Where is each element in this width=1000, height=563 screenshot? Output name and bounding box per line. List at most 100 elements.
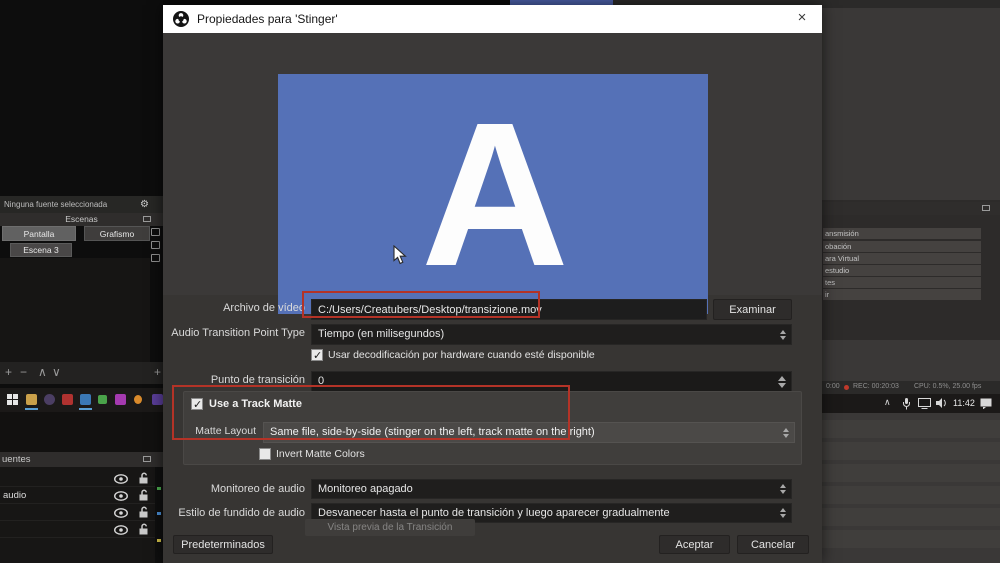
scene-list-area — [0, 258, 150, 362]
eye-icon[interactable] — [114, 508, 128, 518]
scenes-panel-header: Escenas — [0, 213, 163, 226]
properties-dialog: Propiedades para 'Stinger' × A Archivo d… — [163, 5, 822, 563]
bg-row — [822, 530, 1000, 548]
rec-dot — [844, 385, 849, 390]
bg-row — [822, 442, 1000, 460]
audio-point-type-value: Tiempo (en milisegundos) — [318, 328, 445, 340]
mic-icon[interactable] — [902, 397, 911, 410]
mic-source-icon — [151, 254, 160, 262]
stepper-arrows[interactable] — [780, 508, 786, 518]
taskbar-app-icon-1[interactable] — [44, 394, 55, 405]
taskbar-app-icon-3[interactable] — [98, 395, 107, 404]
audio-monitoring-value: Monitoreo apagado — [318, 483, 413, 495]
rec-status: REC: 00:20:03 — [853, 383, 899, 390]
folder-icon[interactable] — [26, 394, 37, 405]
invert-matte-label: Invert Matte Colors — [276, 448, 365, 460]
obs-logo-icon — [173, 11, 189, 27]
display-icon[interactable] — [918, 398, 931, 409]
gear-icon[interactable]: ⚙ — [140, 196, 149, 213]
dialog-title: Propiedades para 'Stinger' — [197, 12, 338, 26]
screen: Ninguna fuente seleccionada ⚙ Escenas Pa… — [0, 0, 1000, 563]
bg-row — [822, 464, 1000, 482]
studio-mode-button[interactable]: estudio — [823, 265, 981, 276]
hw-decode-checkbox[interactable] — [311, 349, 323, 362]
hw-decode-label: Usar decodificación por hardware cuando … — [328, 349, 595, 361]
start-recording-button[interactable]: obación — [823, 241, 981, 252]
bg-row — [822, 486, 1000, 504]
source-row[interactable] — [0, 504, 155, 521]
exit-button[interactable]: ir — [823, 289, 981, 300]
active-underline — [79, 408, 92, 410]
audio-point-type-select[interactable]: Tiempo (en milisegundos) — [311, 324, 792, 345]
sources-list: audio — [0, 467, 155, 563]
status-bar: 0:00 REC: 00:20:03 CPU: 0.5%, 25.00 fps — [822, 381, 1000, 394]
scenes-header-label: Escenas — [65, 214, 98, 224]
lock-icon[interactable] — [138, 523, 149, 535]
no-source-bar: Ninguna fuente seleccionada ⚙ — [0, 196, 163, 213]
stepper-arrows[interactable] — [783, 427, 789, 438]
browse-button[interactable]: Examinar — [713, 299, 792, 320]
scene-item-pantalla[interactable]: Pantalla — [2, 226, 76, 241]
cancel-button[interactable]: Cancelar — [737, 535, 809, 554]
panel-menu-icon[interactable] — [982, 205, 990, 211]
taskbar-app-icon-5[interactable] — [134, 395, 142, 404]
eye-icon[interactable] — [114, 525, 128, 535]
add-scene-button[interactable]: + — [5, 365, 12, 379]
source-row[interactable] — [0, 470, 155, 487]
move-down-button[interactable]: ∨ — [52, 365, 61, 379]
annotation-rect-file-path — [302, 291, 540, 318]
source-row[interactable]: audio — [0, 487, 155, 504]
stepper-arrows[interactable] — [780, 484, 786, 494]
close-icon[interactable]: × — [792, 9, 812, 26]
audio-monitoring-select[interactable]: Monitoreo apagado — [311, 479, 792, 499]
invert-matte-checkbox[interactable] — [259, 448, 271, 460]
dialog-titlebar[interactable]: Propiedades para 'Stinger' × — [163, 5, 822, 33]
start-streaming-button[interactable]: ansmisión — [823, 228, 981, 239]
start-icon[interactable] — [7, 394, 18, 405]
speaker-source-icon — [151, 241, 160, 249]
video-file-label: Archivo de vídeo — [223, 302, 305, 314]
stepper-arrows[interactable] — [780, 329, 786, 340]
audio-monitoring-label: Monitoreo de audio — [210, 483, 305, 495]
panel-menu-icon[interactable] — [143, 216, 151, 222]
sources-panel-header: uentes — [0, 452, 163, 467]
panel-menu-icon[interactable] — [143, 456, 151, 462]
scene-item-grafismo[interactable]: Grafismo — [84, 226, 150, 241]
settings-button[interactable]: tes — [823, 277, 981, 288]
taskbar-app-icon-2[interactable] — [62, 394, 73, 405]
video-preview: A — [278, 74, 708, 314]
speaker-icon[interactable] — [936, 398, 948, 408]
move-up-button[interactable]: ∧ — [38, 365, 47, 379]
chevron-up-icon[interactable]: ∧ — [884, 397, 891, 408]
virtual-camera-button[interactable]: ara Virtual — [823, 253, 981, 264]
preview-transition-button[interactable]: Vista previa de la Transición — [305, 519, 475, 536]
audio-point-type-label: Audio Transition Point Type — [171, 327, 305, 339]
taskbar-app-icon-4[interactable] — [115, 394, 126, 405]
source-row[interactable] — [0, 521, 155, 538]
no-source-text: Ninguna fuente seleccionada — [4, 200, 108, 209]
tray-clock[interactable]: 11:42 — [953, 398, 975, 408]
remove-scene-button[interactable]: − — [20, 365, 27, 379]
bg-obs-left: Ninguna fuente seleccionada ⚙ Escenas Pa… — [0, 0, 163, 563]
stepper-arrows[interactable] — [778, 375, 786, 388]
photos-icon[interactable] — [80, 394, 91, 405]
preview-letter: A — [420, 79, 569, 309]
audio-fade-value: Desvanecer hasta el punto de transición … — [318, 507, 670, 519]
taskbar-app-icon-6[interactable] — [152, 394, 163, 405]
display-capture-icon — [151, 228, 160, 236]
stream-time-fragment: 0:00 — [826, 383, 840, 390]
source-label: audio — [3, 490, 27, 501]
bg-row — [822, 420, 1000, 438]
audio-fade-label: Estilo de fundido de audio — [178, 507, 305, 519]
eye-icon[interactable] — [114, 474, 128, 484]
bg-row — [822, 508, 1000, 526]
eye-icon[interactable] — [114, 491, 128, 501]
scene-toolbar: + − ∧ ∨ + — [0, 362, 163, 384]
sources-header-label: uentes — [2, 454, 31, 465]
ok-button[interactable]: Aceptar — [659, 535, 730, 554]
cpu-status: CPU: 0.5%, 25.00 fps — [914, 383, 982, 390]
defaults-button[interactable]: Predeterminados — [173, 535, 273, 554]
scene-item-escena3[interactable]: Escena 3 — [10, 243, 72, 257]
taskbar-left — [0, 388, 163, 412]
notification-icon[interactable] — [980, 398, 992, 409]
